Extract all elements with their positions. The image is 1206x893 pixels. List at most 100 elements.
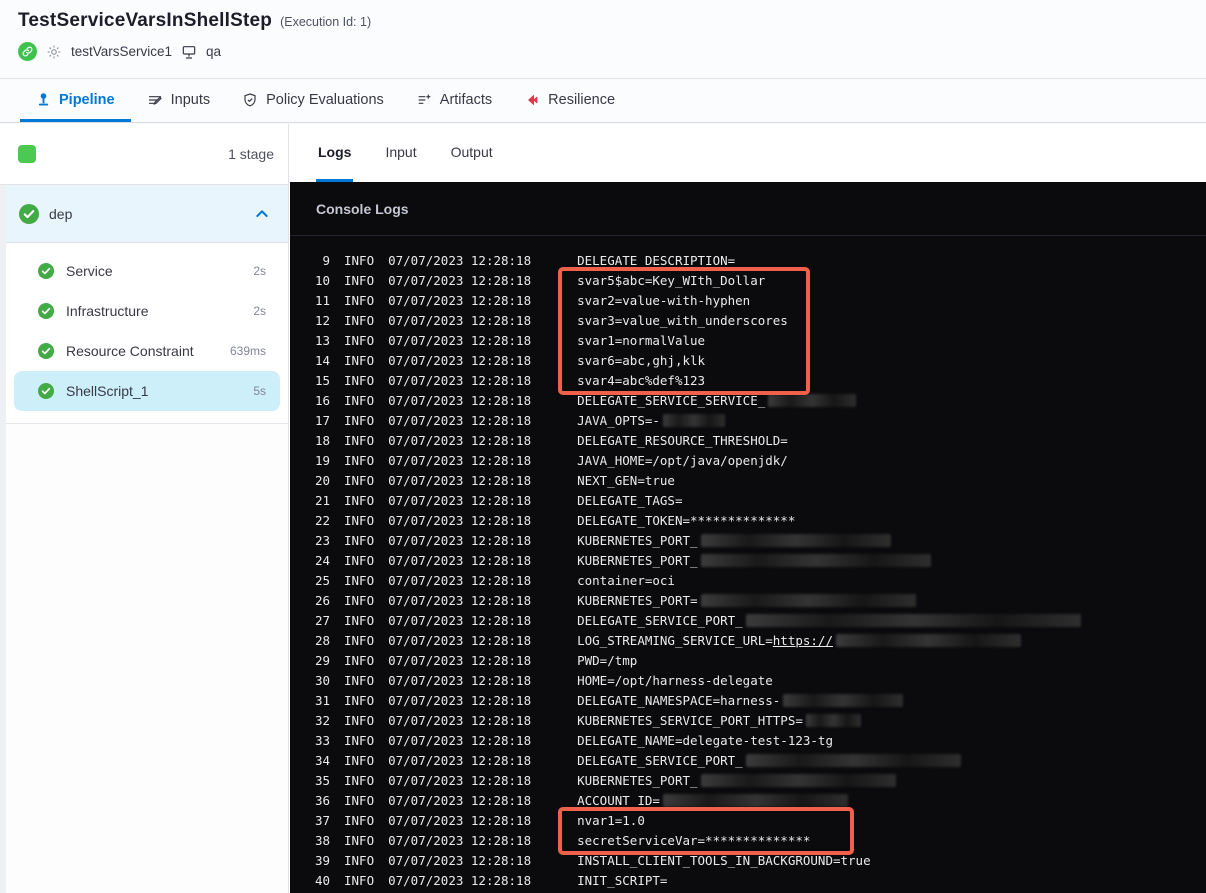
log-level: INFO xyxy=(344,733,375,748)
redacted-value xyxy=(745,754,961,767)
log-level: INFO xyxy=(344,813,375,828)
log-level: INFO xyxy=(344,353,375,368)
step-row-resource-constraint[interactable]: Resource Constraint 639ms xyxy=(14,331,280,371)
log-message: HOME=/opt/harness-delegate xyxy=(577,673,773,688)
log-timestamp: 07/07/2023 12:28:18 xyxy=(388,713,532,728)
redacted-value xyxy=(745,614,1081,627)
tab-input[interactable]: Input xyxy=(383,124,418,182)
console-header: Console Logs xyxy=(290,182,1206,236)
log-timestamp: 07/07/2023 12:28:18 xyxy=(388,353,532,368)
log-message: KUBERNETES_PORT_ xyxy=(577,551,931,571)
log-line-number: 34 xyxy=(314,753,330,768)
log-level: INFO xyxy=(344,393,375,408)
log-line: 25 INFO 07/07/2023 12:28:18 container=oci xyxy=(290,571,1206,591)
log-line: 18 INFO 07/07/2023 12:28:18 DELEGATE_RESOUR… xyxy=(290,431,1206,451)
console-log-body[interactable]: 9 INFO 07/07/2023 12:28:18 DELEGATE_DESCRIP… xyxy=(290,237,1206,893)
log-message: svar1=normalValue xyxy=(577,333,706,348)
sidebar-body: dep Service 2s Infrastructure 2s Resourc… xyxy=(6,185,288,893)
step-row-service[interactable]: Service 2s xyxy=(14,251,280,291)
execution-tab-bar: Pipeline Inputs Policy Evaluations Artif… xyxy=(0,80,1206,123)
stage-status-square-icon[interactable] xyxy=(18,145,36,163)
log-line-number: 14 xyxy=(314,353,330,368)
log-timestamp: 07/07/2023 12:28:18 xyxy=(388,433,532,448)
page-title: TestServiceVarsInShellStep xyxy=(18,10,273,31)
log-line: 17 INFO 07/07/2023 12:28:18 JAVA_OPTS=- xyxy=(290,411,1206,431)
execution-meta-row: testVarsService1 qa xyxy=(18,42,1206,61)
stage-count: 1 stage xyxy=(228,146,274,162)
step-row-shellscript-1[interactable]: ShellScript_1 5s xyxy=(14,371,280,411)
log-message: DELEGATE_TOKEN=************** xyxy=(577,513,796,528)
service-name[interactable]: testVarsService1 xyxy=(71,44,172,59)
log-timestamp: 07/07/2023 12:28:18 xyxy=(388,693,532,708)
log-timestamp: 07/07/2023 12:28:18 xyxy=(388,493,532,508)
environment-name[interactable]: qa xyxy=(206,44,221,59)
log-message: DELEGATE_SERVICE_PORT_ xyxy=(577,751,961,771)
log-level: INFO xyxy=(344,593,375,608)
log-line-number: 12 xyxy=(314,313,330,328)
log-message: DELEGATE_SERVICE_PORT_ xyxy=(577,611,1081,631)
step-label: ShellScript_1 xyxy=(66,383,149,399)
redacted-value xyxy=(836,634,1021,647)
tab-artifacts[interactable]: Artifacts xyxy=(400,80,508,122)
log-message: secretServiceVar=************** xyxy=(577,833,811,848)
log-line: 22 INFO 07/07/2023 12:28:18 DELEGATE_TOKEN=… xyxy=(290,511,1206,531)
log-line: 35 INFO 07/07/2023 12:28:18 KUBERNETES_PORT… xyxy=(290,771,1206,791)
tab-pipeline[interactable]: Pipeline xyxy=(20,80,131,122)
tab-label: Pipeline xyxy=(59,91,115,108)
log-line: 36 INFO 07/07/2023 12:28:18 ACCOUNT_ID= xyxy=(290,791,1206,811)
log-line-number: 28 xyxy=(314,633,330,648)
resilience-icon xyxy=(528,94,538,105)
step-row-infrastructure[interactable]: Infrastructure 2s xyxy=(14,291,280,331)
log-level: INFO xyxy=(344,473,375,488)
log-line-number: 39 xyxy=(314,853,330,868)
log-timestamp: 07/07/2023 12:28:18 xyxy=(388,773,532,788)
stage-header: 1 stage xyxy=(0,124,288,185)
log-line-number: 31 xyxy=(314,693,330,708)
log-message: ACCOUNT_ID= xyxy=(577,791,848,811)
tab-inputs[interactable]: Inputs xyxy=(131,80,227,122)
success-check-icon xyxy=(38,263,54,279)
redacted-value xyxy=(700,594,916,607)
log-url-link[interactable]: https:// xyxy=(773,633,833,648)
stage-group-dep[interactable]: dep xyxy=(6,185,288,243)
tab-logs[interactable]: Logs xyxy=(316,124,354,182)
log-message: DELEGATE_TAGS= xyxy=(577,493,683,508)
log-timestamp: 07/07/2023 12:28:18 xyxy=(388,313,532,328)
console-title: Console Logs xyxy=(316,200,409,217)
log-level: INFO xyxy=(344,293,375,308)
log-message: JAVA_HOME=/opt/java/openjdk/ xyxy=(577,453,788,468)
log-line: 14 INFO 07/07/2023 12:28:18 svar6=abc,ghj,k… xyxy=(290,351,1206,371)
log-line-number: 11 xyxy=(314,293,330,308)
log-line: 31 INFO 07/07/2023 12:28:18 DELEGATE_NAMESP… xyxy=(290,691,1206,711)
log-message: KUBERNETES_PORT_ xyxy=(577,531,891,551)
log-level: INFO xyxy=(344,513,375,528)
log-line: 12 INFO 07/07/2023 12:28:18 svar3=value_wit… xyxy=(290,311,1206,331)
log-line: 15 INFO 07/07/2023 12:28:18 svar4=abc%def%1… xyxy=(290,371,1206,391)
log-level: INFO xyxy=(344,653,375,668)
log-line: 20 INFO 07/07/2023 12:28:18 NEXT_GEN=true xyxy=(290,471,1206,491)
step-label: Resource Constraint xyxy=(66,343,194,359)
log-timestamp: 07/07/2023 12:28:18 xyxy=(388,873,532,888)
tab-policy-evaluations[interactable]: Policy Evaluations xyxy=(226,80,400,122)
log-timestamp: 07/07/2023 12:28:18 xyxy=(388,573,532,588)
step-label: Infrastructure xyxy=(66,303,149,319)
log-level: INFO xyxy=(344,773,375,788)
chevron-up-icon[interactable] xyxy=(254,206,270,222)
log-message: svar4=abc%def%123 xyxy=(577,373,706,388)
console: Console Logs 9 INFO 07/07/2023 12:28:18 DEL… xyxy=(290,182,1206,893)
log-message: KUBERNETES_SERVICE_PORT_HTTPS= xyxy=(577,711,861,731)
log-message: DELEGATE_RESOURCE_THRESHOLD= xyxy=(577,433,788,448)
tab-resilience[interactable]: Resilience xyxy=(508,80,631,122)
redacted-value xyxy=(700,554,931,567)
log-message: svar2=value-with-hyphen xyxy=(577,293,751,308)
log-line-number: 16 xyxy=(314,393,330,408)
steps-list: Service 2s Infrastructure 2s Resource Co… xyxy=(6,243,288,424)
log-line: 33 INFO 07/07/2023 12:28:18 DELEGATE_NAME=d… xyxy=(290,731,1206,751)
log-line-number: 30 xyxy=(314,673,330,688)
log-line-number: 37 xyxy=(314,813,330,828)
log-message: DELEGATE_SERVICE_SERVICE_ xyxy=(577,391,857,411)
log-line: 26 INFO 07/07/2023 12:28:18 KUBERNETES_PORT… xyxy=(290,591,1206,611)
tab-output[interactable]: Output xyxy=(449,124,495,182)
log-level: INFO xyxy=(344,853,375,868)
log-message: DELEGATE_DESCRIPTION= xyxy=(577,253,736,268)
